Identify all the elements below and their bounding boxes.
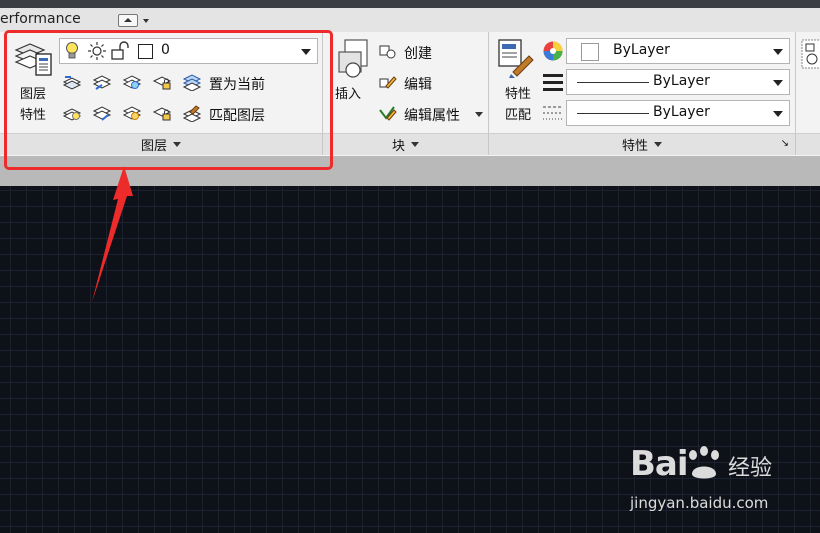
block-panel-title-text: 块 [391, 139, 405, 154]
group-panel-partial [796, 32, 820, 155]
linetype-value: ByLayer [653, 73, 710, 89]
edit-block-button[interactable]: 编辑 [404, 74, 432, 94]
insert-block-icon [338, 39, 368, 78]
chevron-down-icon [773, 49, 783, 55]
properties-panel-title[interactable]: 特性 ↘ [489, 133, 795, 155]
minimize-ribbon-button[interactable] [118, 14, 138, 27]
linetype-dropdown[interactable]: ByLayer [566, 69, 790, 95]
chevron-down-icon[interactable] [475, 112, 483, 117]
color-value: ByLayer [613, 42, 670, 58]
block-panel-title[interactable]: 块 [323, 133, 488, 155]
chevron-down-icon [654, 142, 662, 147]
create-block-button[interactable]: 创建 [404, 43, 432, 63]
workspace-label: erformance [0, 11, 81, 27]
line-sample [577, 113, 649, 114]
group-icon[interactable] [800, 38, 820, 72]
edit-block-icon[interactable] [377, 73, 397, 91]
chevron-down-icon[interactable] [143, 19, 149, 23]
watermark-brand-cn: 经验 [728, 456, 773, 481]
paw-icon [689, 446, 719, 479]
dialog-launcher-icon[interactable]: ↘ [781, 138, 789, 149]
baidu-watermark: Bai 经验 jingyan.baidu.com [628, 444, 798, 522]
chevron-down-icon [773, 80, 783, 86]
match-properties-icon [498, 39, 534, 78]
edit-attributes-button[interactable]: 编辑属性 [404, 105, 460, 125]
watermark-brand: Bai [630, 444, 689, 484]
color-dropdown[interactable]: ByLayer [566, 38, 790, 64]
chevron-down-icon [773, 111, 783, 117]
insert-block-button[interactable]: 插入 [329, 36, 375, 104]
linetype-icon [543, 106, 563, 120]
chevron-down-icon [411, 142, 419, 147]
window-top-strip [0, 0, 820, 8]
lineweight-value: ByLayer [653, 104, 710, 120]
lineweight-icon [543, 74, 563, 91]
line-sample [577, 82, 649, 83]
color-square-icon [581, 43, 599, 61]
lineweight-dropdown[interactable]: ByLayer [566, 100, 790, 126]
watermark-url: jingyan.baidu.com [630, 494, 769, 512]
properties-panel: 特性 匹配 ByLayer ByLayer ByLayer 特性 ↘ [489, 32, 795, 155]
color-wheel-icon [543, 41, 563, 61]
match-properties-button[interactable]: 特性 匹配 [495, 36, 541, 128]
red-arrow-annotation [92, 166, 133, 302]
layer-panel-highlight-box [4, 30, 333, 170]
create-block-icon[interactable] [377, 42, 397, 60]
properties-panel-title-text: 特性 [621, 139, 648, 154]
insert-label: 插入 [335, 87, 362, 102]
match-properties-label-1: 特性 [504, 87, 531, 102]
edit-attributes-icon[interactable] [377, 104, 397, 122]
block-panel: 插入 创建 编辑 编辑属性 块 [323, 32, 488, 155]
group-panel-title[interactable] [796, 133, 820, 155]
match-properties-label-2: 匹配 [504, 108, 531, 123]
